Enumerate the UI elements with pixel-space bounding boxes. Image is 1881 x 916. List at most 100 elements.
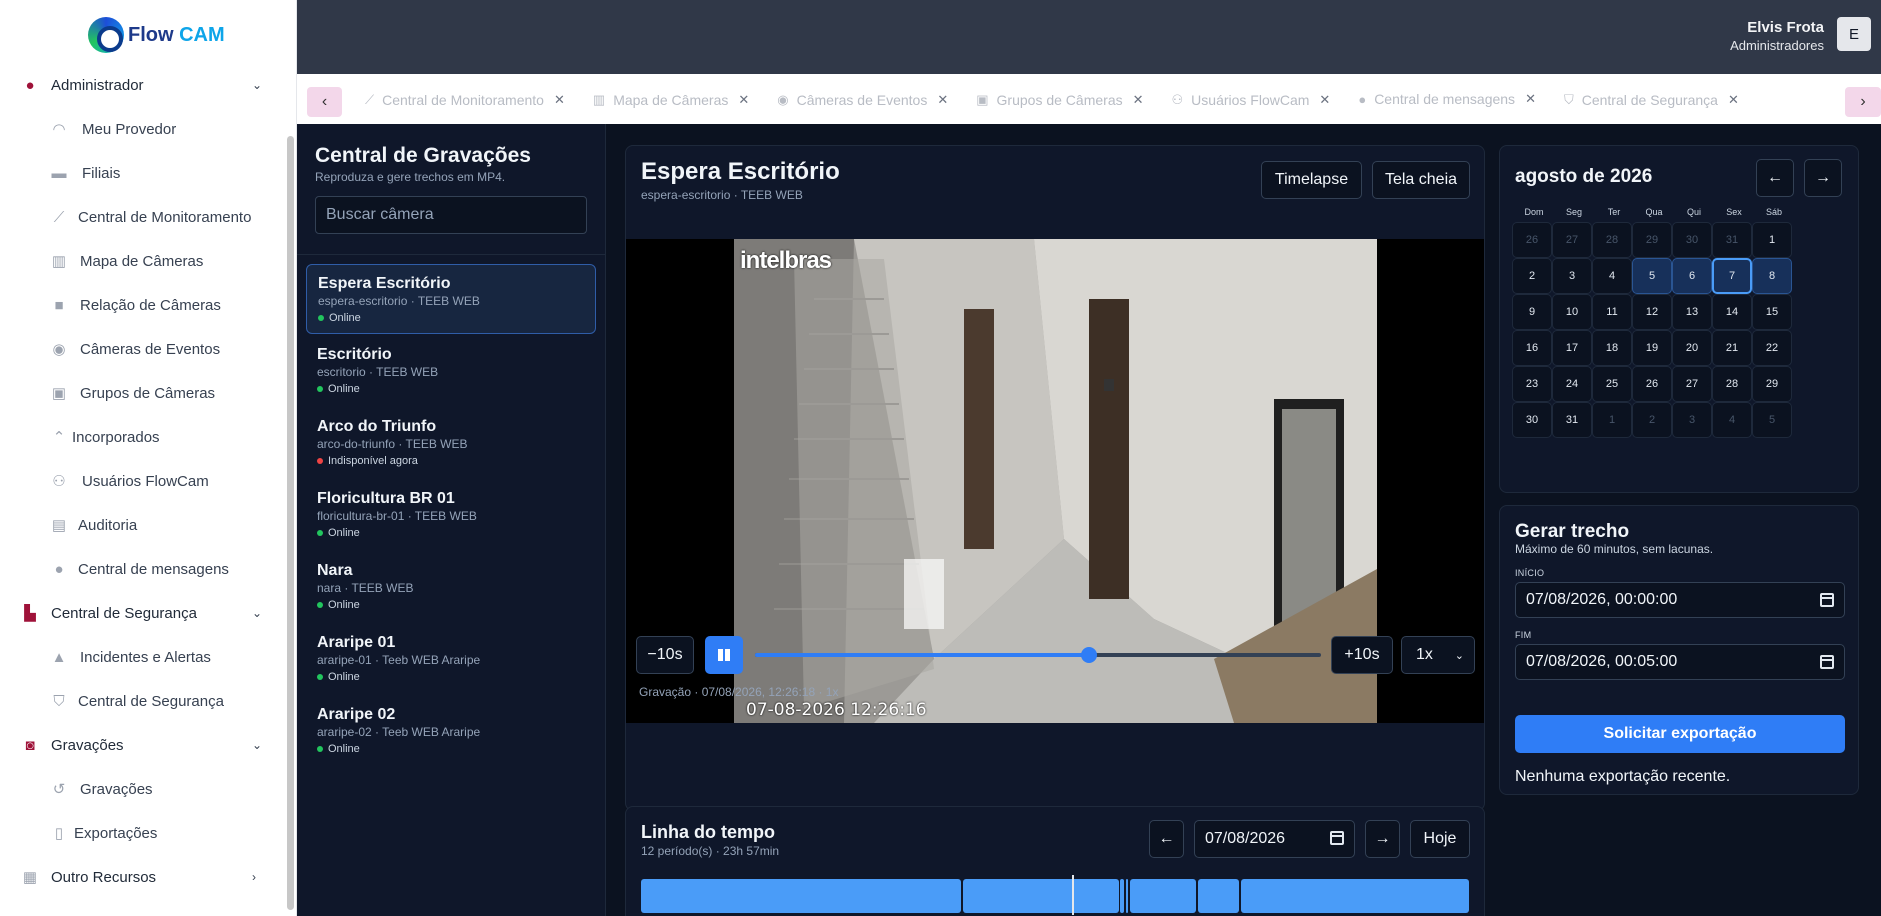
tab[interactable]: ⚇ Usuários FlowCam ✕ [1172, 75, 1331, 125]
playback-handle[interactable] [1080, 647, 1097, 663]
sidebar-item[interactable]: ▥ Mapa de Câmeras [0, 239, 290, 283]
tabs-next-button[interactable]: › [1845, 87, 1881, 117]
calendar-day[interactable]: 10 [1552, 294, 1592, 330]
calendar-icon[interactable] [1330, 831, 1344, 845]
calendar-day[interactable]: 22 [1752, 330, 1792, 366]
calendar-day[interactable]: 31 [1552, 402, 1592, 438]
tab[interactable]: ▣ Grupos de Câmeras ✕ [976, 75, 1143, 125]
calendar-day[interactable]: 18 [1592, 330, 1632, 366]
close-icon[interactable]: ✕ [1728, 92, 1739, 108]
pause-button[interactable] [705, 636, 743, 674]
sidebar-group[interactable]: ▙ Central de Segurança ⌄ [0, 591, 290, 635]
calendar-day[interactable]: 3 [1552, 258, 1592, 294]
calendar-day[interactable]: 27 [1552, 222, 1592, 258]
calendar-day[interactable]: 2 [1512, 258, 1552, 294]
fullscreen-button[interactable]: Tela cheia [1372, 161, 1470, 199]
close-icon[interactable]: ✕ [1525, 91, 1536, 107]
calendar-day[interactable]: 30 [1512, 402, 1552, 438]
camera-list-item[interactable]: Araripe 02 araripe-02 · Teeb WEB Araripe O… [306, 696, 596, 766]
sidebar-item[interactable]: ⚇ Usuários FlowCam [0, 459, 290, 503]
camera-list-item[interactable]: Nara nara · TEEB WEB Online [306, 552, 596, 622]
sidebar-group[interactable]: ◙ Gravações ⌄ [0, 723, 290, 767]
calendar-day[interactable]: 28 [1712, 366, 1752, 402]
calendar-day[interactable]: 5 [1632, 258, 1672, 294]
sidebar-item[interactable]: ▣ Grupos de Câmeras [0, 371, 290, 415]
recording-segment[interactable] [1198, 879, 1239, 913]
sidebar-item[interactable]: ⟋ Central de Monitoramento [0, 195, 290, 239]
calendar-day[interactable]: 28 [1592, 222, 1632, 258]
tab[interactable]: ◉ Câmeras de Eventos ✕ [777, 75, 948, 125]
sidebar-scrollbar[interactable] [287, 136, 294, 910]
sidebar-item[interactable]: ▬ Filiais [0, 151, 290, 195]
sidebar-item[interactable]: ▲ Incidentes e Alertas [0, 635, 290, 679]
calendar-icon[interactable] [1820, 655, 1834, 669]
timeline-prev-day-button[interactable]: ← [1149, 820, 1184, 858]
timeline-bar[interactable] [641, 875, 1469, 915]
start-datetime-input[interactable]: 07/08/2026, 00:00:00 [1515, 582, 1845, 618]
calendar-day[interactable]: 9 [1512, 294, 1552, 330]
camera-list-item[interactable]: Escritório escritorio · TEEB WEB Online [306, 336, 596, 406]
camera-search-input[interactable] [315, 196, 587, 234]
sidebar-item[interactable]: ● Central de mensagens [0, 547, 290, 591]
sidebar-item[interactable]: ◉ Câmeras de Eventos [0, 327, 290, 371]
rewind-10s-button[interactable]: −10s [636, 636, 694, 674]
calendar-day[interactable]: 6 [1672, 258, 1712, 294]
tab[interactable]: ⛉ Central de Segurança ✕ [1564, 75, 1739, 125]
tab[interactable]: ▥ Mapa de Câmeras ✕ [593, 75, 749, 125]
sidebar-item[interactable]: ▯ Exportações [0, 811, 290, 855]
sidebar-item[interactable]: ⌃ Incorporados [0, 415, 290, 459]
calendar-day[interactable]: 11 [1592, 294, 1632, 330]
recording-segment[interactable] [963, 879, 1119, 913]
timeline-next-day-button[interactable]: → [1365, 820, 1400, 858]
calendar-icon[interactable] [1820, 593, 1834, 607]
calendar-day[interactable]: 15 [1752, 294, 1792, 330]
tab[interactable]: ● Central de mensagens ✕ [1358, 74, 1536, 124]
tab[interactable]: ⟋ Central de Monitoramento ✕ [365, 75, 565, 125]
timeline-playhead[interactable] [1071, 875, 1074, 915]
calendar-day[interactable]: 24 [1552, 366, 1592, 402]
timelapse-button[interactable]: Timelapse [1261, 161, 1362, 199]
calendar-prev-month-button[interactable]: ← [1756, 159, 1794, 197]
calendar-day[interactable]: 4 [1712, 402, 1752, 438]
calendar-day[interactable]: 27 [1672, 366, 1712, 402]
calendar-day[interactable]: 17 [1552, 330, 1592, 366]
calendar-day[interactable]: 25 [1592, 366, 1632, 402]
request-export-button[interactable]: Solicitar exportação [1515, 715, 1845, 753]
calendar-day[interactable]: 19 [1632, 330, 1672, 366]
calendar-day[interactable]: 16 [1512, 330, 1552, 366]
calendar-day[interactable]: 2 [1632, 402, 1672, 438]
close-icon[interactable]: ✕ [1133, 92, 1144, 108]
calendar-day[interactable]: 30 [1672, 222, 1712, 258]
calendar-day[interactable]: 7 [1712, 258, 1752, 294]
calendar-day[interactable]: 1 [1752, 222, 1792, 258]
calendar-day[interactable]: 29 [1752, 366, 1792, 402]
calendar-day[interactable]: 21 [1712, 330, 1752, 366]
recording-segment[interactable] [1126, 879, 1128, 913]
sidebar-item[interactable]: ■ Relação de Câmeras [0, 283, 290, 327]
speed-select[interactable]: 1x ⌄ [1401, 636, 1475, 674]
sidebar-group[interactable]: ● Administrador ⌄ [0, 63, 290, 107]
recording-segment[interactable] [641, 879, 962, 913]
calendar-day[interactable]: 13 [1672, 294, 1712, 330]
camera-list-item[interactable]: Espera Escritório espera-escritorio · TEE… [306, 264, 596, 334]
calendar-day[interactable]: 26 [1632, 366, 1672, 402]
timeline-date-input[interactable]: 07/08/2026 [1194, 820, 1355, 858]
sidebar-group[interactable]: ▦ Outro Recursos › [0, 855, 290, 899]
calendar-day[interactable]: 14 [1712, 294, 1752, 330]
playback-slider[interactable] [755, 647, 1321, 663]
calendar-next-month-button[interactable]: → [1804, 159, 1842, 197]
recording-segment[interactable] [1130, 879, 1196, 913]
calendar-day[interactable]: 1 [1592, 402, 1632, 438]
calendar-day[interactable]: 29 [1632, 222, 1672, 258]
close-icon[interactable]: ✕ [554, 92, 565, 108]
close-icon[interactable]: ✕ [937, 92, 948, 108]
sidebar-item[interactable]: ◠ Meu Provedor [0, 107, 290, 151]
calendar-day[interactable]: 8 [1752, 258, 1792, 294]
recording-segment[interactable] [1120, 879, 1124, 913]
calendar-day[interactable]: 12 [1632, 294, 1672, 330]
calendar-day[interactable]: 31 [1712, 222, 1752, 258]
avatar[interactable]: E [1837, 17, 1871, 51]
camera-list-item[interactable]: Arco do Triunfo arco-do-triunfo · TEEB WE… [306, 408, 596, 478]
logo[interactable]: Flow CAM [88, 17, 225, 53]
tabs-prev-button[interactable]: ‹ [307, 87, 342, 117]
